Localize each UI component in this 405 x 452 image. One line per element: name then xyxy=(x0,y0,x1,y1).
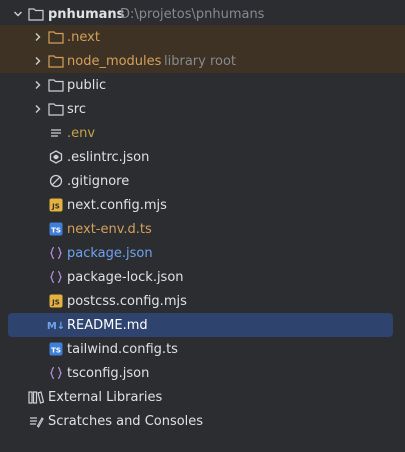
project-path: D:\projetos\pnhumans xyxy=(120,6,265,22)
folder-icon xyxy=(28,6,44,22)
folder-icon xyxy=(48,101,64,117)
excluded-folder-icon xyxy=(48,29,64,45)
chevron-right-icon[interactable] xyxy=(30,77,46,93)
tree-label-tsconfig: tsconfig.json xyxy=(67,365,150,381)
tree-label-next-config: next.config.mjs xyxy=(67,197,167,213)
tree-row-src[interactable]: src xyxy=(0,97,405,121)
tree-label-eslintrc: .eslintrc.json xyxy=(67,149,150,165)
tree-row-gitignore[interactable]: .gitignore xyxy=(0,169,405,193)
ts-badge: TS xyxy=(51,347,61,355)
tree-label-next: .next xyxy=(67,29,100,45)
tree-row-eslintrc[interactable]: .eslintrc.json xyxy=(0,145,405,169)
eslint-icon xyxy=(48,149,64,165)
chevron-right-icon[interactable] xyxy=(30,53,46,69)
typescript-file-icon: TS xyxy=(48,221,64,237)
md-badge: M↓ xyxy=(47,321,65,332)
tree-label-tailwind: tailwind.config.ts xyxy=(67,341,178,357)
tree-row-package[interactable]: package.json xyxy=(0,241,405,265)
tree-label-node-modules: node_modules xyxy=(67,53,162,69)
tree-row-postcss[interactable]: JS postcss.config.mjs xyxy=(0,289,405,313)
js-badge: JS xyxy=(51,299,60,307)
ts-badge: TS xyxy=(51,227,61,235)
tree-row-node-modules[interactable]: node_modules library root xyxy=(0,49,405,73)
tree-label-readme: README.md xyxy=(67,317,148,333)
tree-label-package: package.json xyxy=(67,245,153,261)
library-root-hint: library root xyxy=(164,53,237,69)
tree-label-gitignore: .gitignore xyxy=(67,173,130,189)
tree-row-readme[interactable]: M↓ README.md xyxy=(8,313,393,337)
excluded-folder-icon xyxy=(48,53,64,69)
tree-label-env: .env xyxy=(67,125,96,141)
tree-row-public[interactable]: public xyxy=(0,73,405,97)
ignore-icon xyxy=(48,173,64,189)
tree-label-external-libraries: External Libraries xyxy=(48,389,163,405)
tree-label-package-lock: package-lock.json xyxy=(67,269,184,285)
tree-row-scratches[interactable]: Scratches and Consoles xyxy=(0,409,405,433)
folder-icon xyxy=(48,77,64,93)
tree-row-project-root[interactable]: pnhumans D:\projetos\pnhumans xyxy=(0,2,405,26)
tree-row-next-env[interactable]: TS next-env.d.ts xyxy=(0,217,405,241)
typescript-file-icon: TS xyxy=(48,341,64,357)
tree-row-package-lock[interactable]: package-lock.json xyxy=(0,265,405,289)
project-name: pnhumans xyxy=(48,6,125,22)
tree-label-src: src xyxy=(67,101,86,117)
scratches-icon xyxy=(28,413,44,429)
tree-row-tailwind[interactable]: TS tailwind.config.ts xyxy=(0,337,405,361)
chevron-right-icon[interactable] xyxy=(30,101,46,117)
tree-label-public: public xyxy=(67,77,107,93)
json-file-icon xyxy=(48,245,64,261)
javascript-file-icon: JS xyxy=(48,293,64,309)
json-file-icon xyxy=(48,365,64,381)
library-icon xyxy=(28,389,44,405)
tree-label-scratches: Scratches and Consoles xyxy=(48,413,204,429)
text-file-icon xyxy=(48,125,64,141)
json-file-icon xyxy=(48,269,64,285)
chevron-down-icon[interactable] xyxy=(10,6,26,22)
markdown-file-icon: M↓ xyxy=(46,317,66,333)
tree-row-next[interactable]: .next xyxy=(0,25,405,49)
js-badge: JS xyxy=(51,203,60,211)
tree-row-env[interactable]: .env xyxy=(0,121,405,145)
tree-label-next-env: next-env.d.ts xyxy=(67,221,152,237)
javascript-file-icon: JS xyxy=(48,197,64,213)
tree-row-external-libraries[interactable]: External Libraries xyxy=(0,385,405,409)
chevron-right-icon[interactable] xyxy=(30,29,46,45)
tree-row-tsconfig[interactable]: tsconfig.json xyxy=(0,361,405,385)
tree-label-postcss: postcss.config.mjs xyxy=(67,293,187,309)
tree-row-next-config[interactable]: JS next.config.mjs xyxy=(0,193,405,217)
